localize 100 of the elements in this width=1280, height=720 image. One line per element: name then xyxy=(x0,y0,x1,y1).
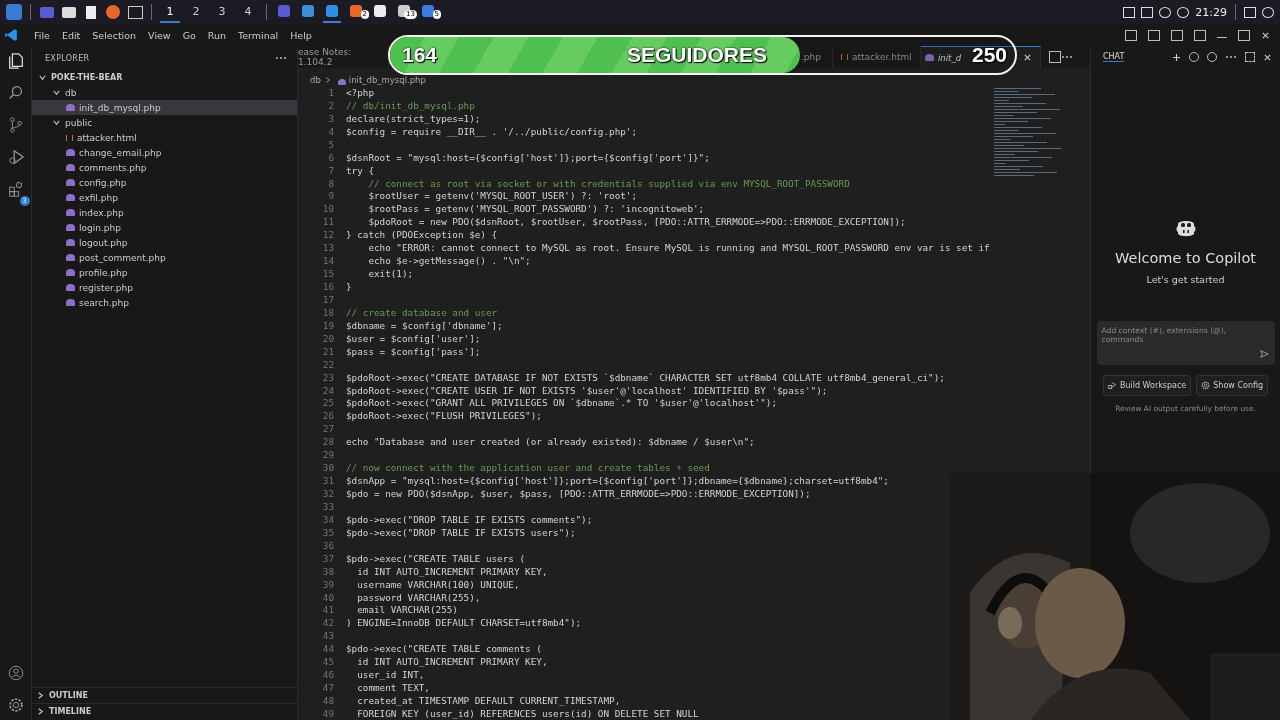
goal-count: 250 xyxy=(971,43,1007,67)
line-number: 49 xyxy=(321,707,334,719)
line-number: 30 xyxy=(321,462,334,474)
tree-item[interactable]: profile.php xyxy=(32,265,297,280)
code-line: $pdoRoot = new PDO($dsnRoot, $rootUser, $rootPass, [PDO::ATTR_ERRMODE=>PDO::ERRMODE_EXCEPTION]); xyxy=(367,216,907,228)
chevron-icon xyxy=(52,118,61,127)
line-number: 48 xyxy=(321,695,334,707)
file-name: attacker.html xyxy=(77,132,137,143)
tree-item[interactable]: login.php xyxy=(32,220,297,235)
line-number: 44 xyxy=(321,643,334,655)
tree-item[interactable]: post_comment.php xyxy=(32,250,297,265)
breadcrumb-item[interactable]: init_db_mysql.php xyxy=(348,75,426,85)
extensions-icon[interactable] xyxy=(6,180,25,198)
file-name: logout.php xyxy=(79,237,128,248)
send-icon[interactable] xyxy=(1258,349,1269,359)
split-editor-icon[interactable] xyxy=(1049,51,1061,63)
chat-tab[interactable]: CHAT xyxy=(1103,52,1125,62)
workspace-button[interactable]: 4 xyxy=(238,1,258,23)
tree-item[interactable]: init_db_mysql.php xyxy=(32,100,297,115)
line-number: 23 xyxy=(321,371,334,383)
line-number: 17 xyxy=(321,293,334,305)
line-number: 40 xyxy=(321,591,334,603)
tab-label: ease Notes: 1.104.2 xyxy=(298,47,353,67)
chat-action-button[interactable]: Build Workspace xyxy=(1102,375,1192,396)
workspace-button[interactable]: 2 xyxy=(186,1,206,23)
file-name: search.php xyxy=(79,297,129,308)
tree-item[interactable]: exfil.php xyxy=(32,190,297,205)
code-line: // create database and user xyxy=(346,306,498,318)
line-number: 9 xyxy=(327,190,334,202)
line-number: 47 xyxy=(321,682,334,694)
code-line: $pdoRoot->exec("CREATE USER IF NOT EXISTS '$user'@'localhost' IDENTIFIED BY '$pass'"); xyxy=(346,384,829,396)
file-name: login.php xyxy=(79,222,121,233)
close-icon[interactable] xyxy=(1023,53,1032,62)
code-line: $pdo->exec("CREATE TABLE comments ( xyxy=(346,643,543,655)
section-header[interactable]: TIMELINE xyxy=(32,703,297,719)
code-line: $pdoRoot->exec("FLUSH PRIVILEGES"); xyxy=(346,410,543,422)
line-number: 10 xyxy=(321,203,334,215)
line-number: 42 xyxy=(321,617,334,629)
menu-item[interactable]: Run xyxy=(201,27,233,43)
editor-tab[interactable]: ease Notes: 1.104.2 xyxy=(298,46,389,68)
menu-item[interactable]: Edit xyxy=(55,27,87,43)
close-icon[interactable] xyxy=(1263,52,1272,62)
tree-item[interactable]: change_email.php xyxy=(32,145,297,160)
clock[interactable]: 21:29 xyxy=(1195,5,1227,19)
more-actions-icon[interactable] xyxy=(1225,55,1237,59)
code-line: // now connect with the application user and create tables + seed xyxy=(346,462,710,474)
line-number: 43 xyxy=(321,630,334,642)
section-title: OUTLINE xyxy=(49,691,88,700)
line-number: 39 xyxy=(321,578,334,590)
code-line: id INT AUTO_INCREMENT PRIMARY KEY, xyxy=(356,565,549,577)
tree-item[interactable]: public xyxy=(32,115,297,130)
code-line: exit(1); xyxy=(367,268,415,280)
menu-item[interactable]: Terminal xyxy=(232,27,285,43)
file-name: db xyxy=(65,87,77,98)
run-icon xyxy=(1107,381,1117,390)
tab-label: attacker.html xyxy=(852,52,912,62)
account-icon[interactable] xyxy=(6,664,25,682)
chat-action-button[interactable]: Show Config xyxy=(1196,375,1269,396)
workspace-button[interactable]: 3 xyxy=(212,1,232,23)
plus-icon[interactable] xyxy=(1172,52,1181,62)
tree-item[interactable]: index.php xyxy=(32,205,297,220)
line-number: 14 xyxy=(321,255,334,267)
file-name: public xyxy=(65,117,93,128)
breadcrumb-item[interactable]: db xyxy=(310,75,321,85)
vscode-logo-icon xyxy=(4,28,18,42)
close-icon[interactable] xyxy=(1261,30,1270,40)
code-line: $pdo = new PDO($dsnApp, $user, $pass, [PDO::ATTR_ERRMODE=>PDO::ERRMODE_EXCEPTION]); xyxy=(346,488,812,500)
menu-item[interactable]: Help xyxy=(284,27,318,43)
line-number: 1 xyxy=(327,86,334,98)
more-actions-icon[interactable] xyxy=(275,56,287,60)
more-actions-icon[interactable] xyxy=(1061,55,1073,59)
tree-item[interactable]: POKE-THE-BEAR xyxy=(32,70,297,85)
tree-item[interactable]: db xyxy=(32,85,297,100)
code-line: ) ENGINE=InnoDB DEFAULT CHARSET=utf8mb4"); xyxy=(346,617,583,629)
files-icon[interactable] xyxy=(6,52,25,70)
line-number: 25 xyxy=(321,397,334,409)
menu-item[interactable]: Go xyxy=(176,27,202,43)
line-number: 34 xyxy=(321,513,334,525)
tree-item[interactable]: logout.php xyxy=(32,235,297,250)
line-number: 6 xyxy=(327,151,334,163)
line-number: 28 xyxy=(321,436,334,448)
code-line: $pdo->exec("DROP TABLE IF EXISTS users"); xyxy=(346,526,577,538)
line-number: 11 xyxy=(321,216,334,228)
tree-item[interactable]: comments.php xyxy=(32,160,297,175)
tree-item[interactable]: register.php xyxy=(32,280,297,295)
tree-item[interactable]: search.php xyxy=(32,295,297,310)
section-header[interactable]: OUTLINE xyxy=(32,687,297,703)
tree-item[interactable]: config.php xyxy=(32,175,297,190)
code-line: $dsnApp = "mysql:host={$config['host']};port={$config['port']};dbname={$dbname};charset=utf8mb4"; xyxy=(346,475,890,487)
menu-item[interactable]: View xyxy=(142,27,177,43)
menu-item[interactable]: File xyxy=(28,27,56,43)
code-brackets-icon xyxy=(841,54,848,60)
line-number: 26 xyxy=(321,410,334,422)
code-line: $pdoRoot->exec("GRANT ALL PRIVILEGES ON `$dbname`.* TO '$user'@'localhost'"); xyxy=(346,397,778,409)
code-line: echo "Database and user created (or already existed): $dbname / $user\n"; xyxy=(346,436,756,448)
menu-item[interactable]: Selection xyxy=(86,27,143,43)
run-debug-icon[interactable] xyxy=(6,148,25,166)
line-number: 46 xyxy=(321,669,334,681)
line-number: 19 xyxy=(321,319,334,331)
tree-item[interactable]: attacker.html xyxy=(32,130,297,145)
